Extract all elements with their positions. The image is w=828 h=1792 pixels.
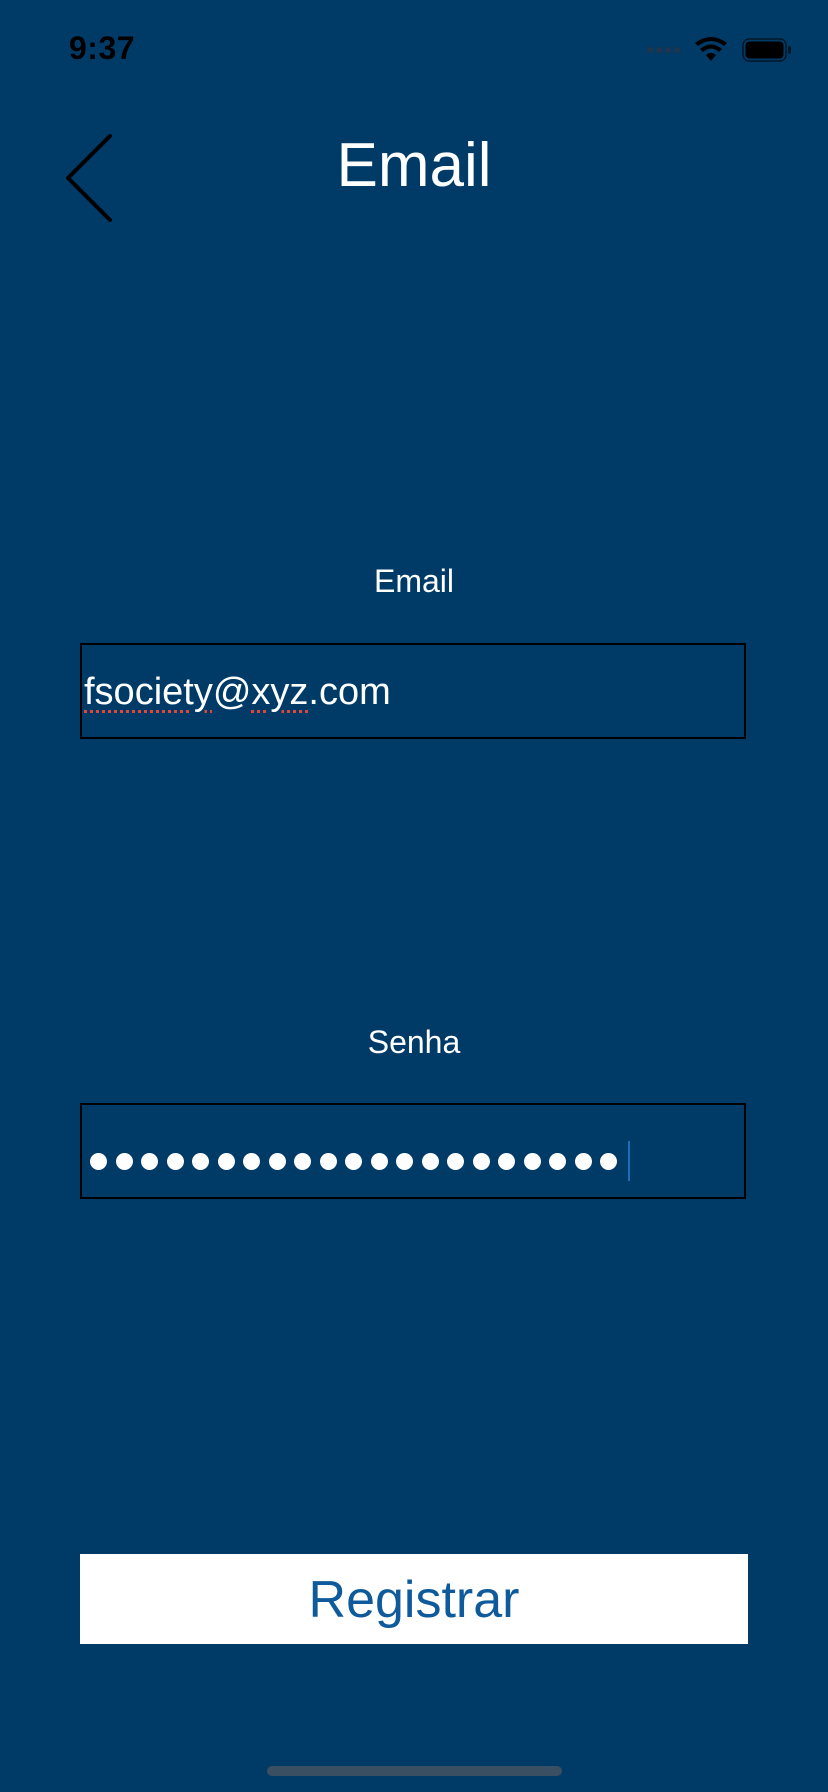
password-dot <box>294 1152 311 1170</box>
password-dot <box>549 1152 566 1170</box>
home-indicator[interactable] <box>267 1766 562 1776</box>
password-field[interactable] <box>80 1103 746 1199</box>
password-dot <box>396 1152 413 1170</box>
password-dot <box>243 1152 260 1170</box>
password-dot <box>574 1152 592 1170</box>
status-time: 9:37 <box>69 30 136 66</box>
password-label: Senha <box>367 1024 461 1060</box>
email-value: fsociety@xyz.com <box>84 671 391 713</box>
password-dot <box>600 1152 617 1170</box>
wifi-icon <box>695 37 727 61</box>
status-icons <box>647 36 792 64</box>
password-dot <box>141 1152 158 1170</box>
password-dot <box>523 1152 541 1170</box>
password-dot <box>319 1152 337 1170</box>
password-dot <box>345 1152 362 1170</box>
email-label: Email <box>373 563 454 599</box>
password-dot <box>166 1152 184 1170</box>
password-dot <box>498 1152 515 1170</box>
password-dot <box>268 1152 286 1170</box>
page-title: Email <box>336 131 492 200</box>
password-masked-value <box>90 1141 630 1181</box>
register-button[interactable]: Registrar <box>80 1554 748 1644</box>
text-caret <box>627 1141 630 1181</box>
password-dot <box>90 1152 107 1170</box>
password-dot <box>370 1152 388 1170</box>
password-dot <box>192 1152 209 1170</box>
email-field[interactable]: fsociety@xyz.com <box>80 643 746 739</box>
cellular-signal-icon <box>647 47 680 53</box>
battery-icon <box>742 38 791 62</box>
password-dot <box>472 1152 490 1170</box>
password-dot <box>421 1152 439 1170</box>
password-dot <box>447 1152 464 1170</box>
password-dot <box>217 1152 235 1170</box>
email-register-screen: 9:37 Email Email fsociety@xyz.com Senha … <box>0 0 828 1792</box>
password-dot <box>115 1152 133 1170</box>
